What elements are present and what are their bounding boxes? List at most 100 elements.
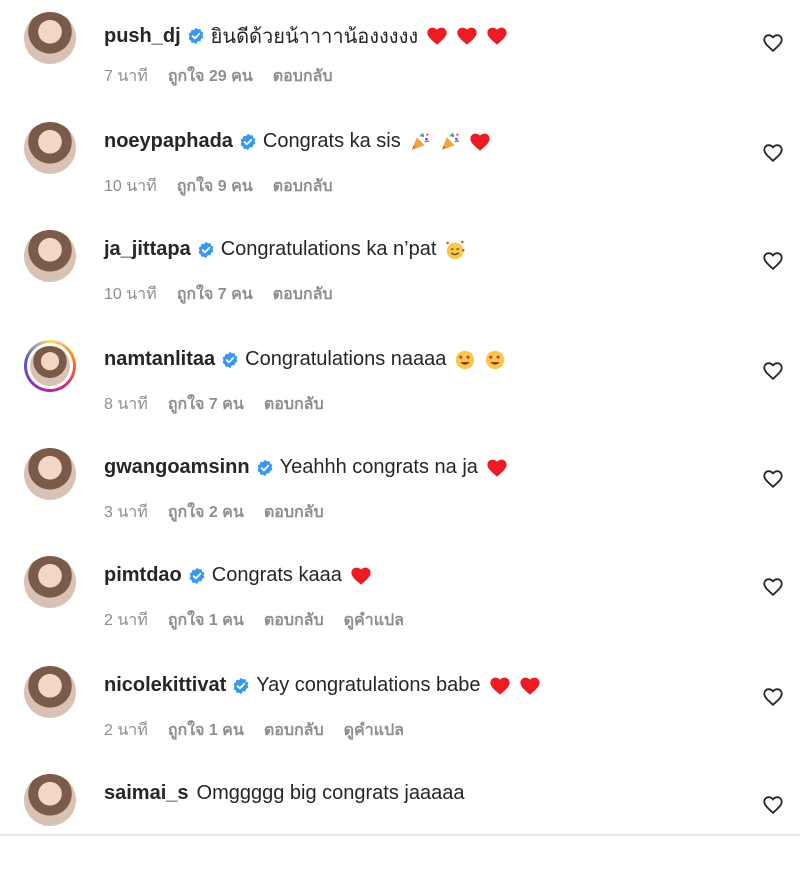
avatar-link[interactable] — [24, 556, 76, 608]
verified-badge-icon — [256, 459, 274, 477]
avatar[interactable] — [24, 774, 76, 826]
comment-meta: 2 นาที ถูกใจ 1 คน ตอบกลับ ดูคำแปล — [104, 718, 424, 743]
comment-meta: 10 นาที ถูกใจ 9 คน ตอบกลับ — [104, 174, 353, 199]
verified-badge-icon — [221, 351, 239, 369]
red-heart-emoji-icon — [489, 675, 511, 697]
red-heart-emoji-icon — [519, 675, 541, 697]
comment-time: 10 นาที — [104, 178, 157, 195]
comment-body: pimtdao Congrats kaaa — [104, 564, 372, 587]
red-heart-emoji-icon — [486, 25, 508, 47]
reply-button[interactable]: ตอบกลับ — [273, 68, 333, 85]
avatar[interactable] — [27, 343, 73, 389]
verified-badge-icon — [197, 241, 215, 259]
reply-button[interactable]: ตอบกลับ — [264, 396, 324, 413]
avatar-story-ring[interactable] — [24, 340, 76, 392]
verified-badge-icon — [187, 27, 205, 45]
username-link[interactable]: nicolekittivat — [104, 674, 226, 697]
like-heart-icon[interactable] — [762, 468, 784, 490]
comment-text: Omggggg big congrats jaaaaa — [196, 782, 465, 804]
comment-text: Congratulations ka n’pat — [220, 238, 437, 260]
comment-item: namtanlitaa Congratulations naaaa 8 นาที ถู… — [0, 336, 800, 436]
avatar-link[interactable] — [24, 230, 76, 282]
avatar-link[interactable] — [24, 448, 76, 500]
avatar[interactable] — [24, 12, 76, 64]
heart-eyes-emoji-icon — [484, 349, 506, 371]
reply-button[interactable]: ตอบกลับ — [264, 612, 324, 629]
avatar[interactable] — [24, 666, 76, 718]
comment-body: noeypaphada Congrats ka sis — [104, 130, 491, 153]
comment-text: Congratulations naaaa — [245, 348, 447, 370]
like-heart-icon[interactable] — [762, 360, 784, 382]
reply-button[interactable]: ตอบกลับ — [264, 504, 324, 521]
red-heart-emoji-icon — [486, 457, 508, 479]
comment-item: saimai_s Omggggg big congrats jaaaaa — [0, 770, 800, 870]
like-heart-icon[interactable] — [762, 794, 784, 816]
comment-text: ยินดีด้วยน้าาาาน้องงงงง — [210, 26, 419, 48]
avatar-link[interactable] — [24, 774, 76, 826]
smiling-face-with-hearts-emoji-icon — [444, 239, 466, 261]
verified-badge-icon — [188, 567, 206, 585]
avatar-link[interactable] — [24, 12, 76, 64]
comment-item: noeypaphada Congrats ka sis 10 นาที ถูกใจ 9… — [0, 118, 800, 218]
party-popper-emoji-icon — [439, 131, 461, 153]
avatar[interactable] — [24, 448, 76, 500]
username-link[interactable]: namtanlitaa — [104, 348, 215, 371]
see-translation-button[interactable]: ดูคำแปล — [344, 612, 404, 629]
comment-item: pimtdao Congrats kaaa 2 นาที ถูกใจ 1 คน ตอบก… — [0, 552, 800, 652]
comment-item: push_dj ยินดีด้วยน้าาาาน้องงงงง 7 นาที ถูกใ… — [0, 8, 800, 108]
like-heart-icon[interactable] — [762, 576, 784, 598]
verified-badge-icon — [232, 677, 250, 695]
avatar[interactable] — [24, 122, 76, 174]
likes-count-link[interactable]: ถูกใจ 1 คน — [168, 612, 244, 629]
reply-button[interactable]: ตอบกลับ — [264, 722, 324, 739]
heart-eyes-emoji-icon — [454, 349, 476, 371]
username-link[interactable]: gwangoamsinn — [104, 456, 250, 479]
username-link[interactable]: noeypaphada — [104, 130, 233, 153]
comment-time: 10 นาที — [104, 286, 157, 303]
username-link[interactable]: push_dj — [104, 25, 181, 48]
likes-count-link[interactable]: ถูกใจ 7 คน — [168, 396, 244, 413]
like-heart-icon[interactable] — [762, 250, 784, 272]
avatar-link[interactable] — [24, 122, 76, 174]
comment-text: Congrats ka sis — [262, 130, 401, 152]
likes-count-link[interactable]: ถูกใจ 9 คน — [177, 178, 253, 195]
comment-time: 8 นาที — [104, 396, 148, 413]
likes-count-link[interactable]: ถูกใจ 7 คน — [177, 286, 253, 303]
comment-meta: 2 นาที ถูกใจ 1 คน ตอบกลับ ดูคำแปล — [104, 608, 424, 633]
like-heart-icon[interactable] — [762, 32, 784, 54]
like-heart-icon[interactable] — [762, 142, 784, 164]
username-link[interactable]: pimtdao — [104, 564, 182, 587]
comment-text: Congrats kaaa — [211, 564, 342, 586]
party-popper-emoji-icon — [409, 131, 431, 153]
comment-body: push_dj ยินดีด้วยน้าาาาน้องงงงง — [104, 20, 508, 52]
reply-button[interactable]: ตอบกลับ — [273, 286, 333, 303]
likes-count-link[interactable]: ถูกใจ 2 คน — [168, 504, 244, 521]
see-translation-button[interactable]: ดูคำแปล — [344, 722, 404, 739]
likes-count-link[interactable]: ถูกใจ 1 คน — [168, 722, 244, 739]
comment-body: ja_jittapa Congratulations ka n’pat — [104, 238, 466, 261]
comment-time: 2 นาที — [104, 612, 148, 629]
username-link[interactable]: saimai_s — [104, 782, 189, 805]
red-heart-emoji-icon — [426, 25, 448, 47]
comment-item: nicolekittivat Yay congratulations babe 2 … — [0, 662, 800, 762]
comment-time: 2 นาที — [104, 722, 148, 739]
reply-button[interactable]: ตอบกลับ — [273, 178, 333, 195]
username-link[interactable]: ja_jittapa — [104, 238, 191, 261]
like-heart-icon[interactable] — [762, 686, 784, 708]
avatar[interactable] — [24, 556, 76, 608]
comment-meta: 8 นาที ถูกใจ 7 คน ตอบกลับ — [104, 392, 344, 417]
comment-text: Yay congratulations babe — [256, 674, 481, 696]
comment-item: gwangoamsinn Yeahhh congrats na ja 3 นาที ถ… — [0, 444, 800, 544]
verified-badge-icon — [239, 133, 257, 151]
comment-item: ja_jittapa Congratulations ka n’pat 10 นาท… — [0, 226, 800, 326]
comment-time: 7 นาที — [104, 68, 148, 85]
red-heart-emoji-icon — [350, 565, 372, 587]
comment-meta: 3 นาที ถูกใจ 2 คน ตอบกลับ — [104, 500, 344, 525]
avatar-link[interactable] — [24, 666, 76, 718]
likes-count-link[interactable]: ถูกใจ 29 คน — [168, 68, 253, 85]
comment-time: 3 นาที — [104, 504, 148, 521]
divider — [0, 834, 800, 836]
red-heart-emoji-icon — [469, 131, 491, 153]
avatar[interactable] — [24, 230, 76, 282]
comment-body: gwangoamsinn Yeahhh congrats na ja — [104, 456, 508, 479]
